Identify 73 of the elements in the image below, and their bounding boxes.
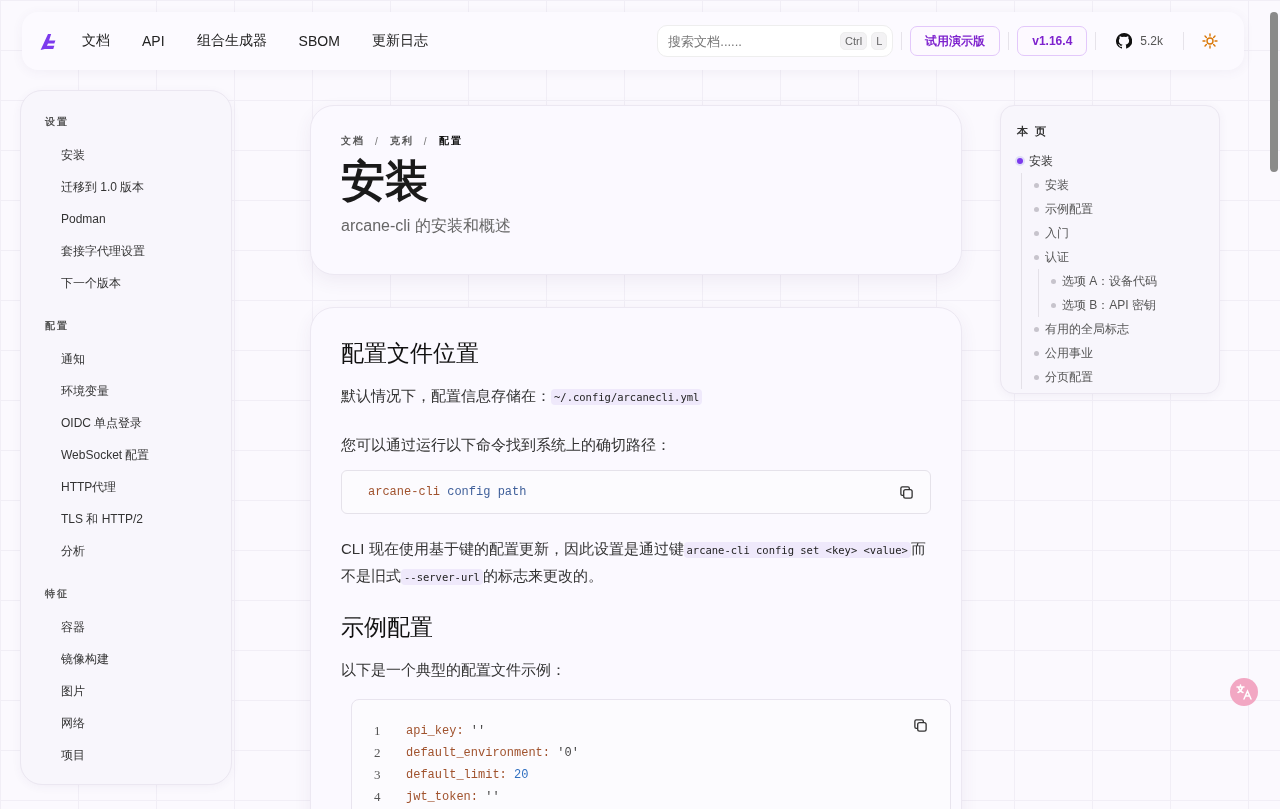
paragraph: CLI 现在使用基于键的配置更新，因此设置是通过键 arcane-cli config set <key> <value> 而不是旧式 --server-url 的标志来更改的。 bbox=[341, 539, 927, 587]
nav-link[interactable]: SBOM bbox=[298, 33, 340, 49]
breadcrumb-link[interactable]: 配置 bbox=[438, 134, 463, 148]
toc-link[interactable]: 示例配置 bbox=[1034, 197, 1201, 221]
sidebar-item[interactable]: Podman bbox=[45, 203, 231, 235]
sidebar-item[interactable]: OIDC 单点登录 bbox=[45, 407, 231, 439]
toc-link[interactable]: 选项 B：API 密钥 bbox=[1051, 293, 1201, 317]
breadcrumb-separator: / bbox=[423, 135, 429, 147]
github-link[interactable]: 5.2k bbox=[1104, 33, 1175, 49]
sidebar-item[interactable]: 套接字代理设置 bbox=[45, 235, 231, 267]
sidebar-item[interactable]: 通知 bbox=[45, 343, 231, 375]
sidebar-item[interactable]: HTTP代理 bbox=[45, 471, 231, 503]
sun-icon bbox=[1202, 33, 1218, 49]
keyboard-key: L bbox=[871, 32, 888, 50]
nav-link[interactable]: 文档 bbox=[82, 32, 110, 50]
toc-link[interactable]: 分页配置 bbox=[1034, 365, 1201, 389]
sidebar-item[interactable]: 网络 bbox=[45, 707, 231, 739]
line-number: 3 bbox=[374, 767, 382, 783]
section-heading: 配置文件位置 bbox=[341, 339, 480, 368]
sidebar-item[interactable]: 分析 bbox=[45, 535, 231, 567]
line-number: 2 bbox=[374, 745, 382, 761]
breadcrumb-separator: / bbox=[375, 135, 380, 147]
section-heading: 特征 bbox=[45, 587, 70, 601]
sidebar-item[interactable]: 图片 bbox=[45, 675, 231, 707]
sidebar-item[interactable]: 环境变量 bbox=[45, 375, 231, 407]
paragraph: 默认情况下，配置信息存储在： ~/.config/arcanecli.yml bbox=[341, 383, 931, 410]
nav-link[interactable]: 更新日志 bbox=[371, 32, 428, 50]
version-button[interactable]: v1.16.4 bbox=[1017, 26, 1088, 56]
keyboard-key: Ctrl bbox=[840, 32, 868, 50]
github-icon bbox=[1116, 33, 1133, 49]
section-heading: 配置 bbox=[45, 319, 70, 333]
sidebar-item[interactable]: 镜像构建 bbox=[45, 643, 231, 675]
star-count: 5.2k bbox=[1140, 34, 1163, 48]
toc-link[interactable]: 认证 bbox=[1034, 245, 1201, 269]
line-number: 1 bbox=[374, 723, 382, 739]
toc-link[interactable]: 安装 bbox=[1034, 173, 1201, 197]
code-line: arcane-cli config path bbox=[368, 485, 527, 499]
line-number: 4 bbox=[374, 789, 382, 805]
code-line: default_environment: '0' bbox=[406, 746, 579, 760]
code-line: jwt_token: '' bbox=[406, 790, 500, 804]
sidebar-item[interactable]: WebSocket 配置 bbox=[45, 439, 231, 471]
sidebar-item[interactable]: 迁移到 1.0 版本 bbox=[45, 171, 231, 203]
copy-icon bbox=[913, 718, 928, 733]
toc-link[interactable]: 选项 A：设备代码 bbox=[1051, 269, 1201, 293]
sidebar-item[interactable]: TLS 和 HTTP/2 bbox=[45, 503, 231, 535]
breadcrumb-link[interactable]: 克利 bbox=[389, 134, 414, 148]
section-heading: 示例配置 bbox=[341, 613, 434, 642]
logo-icon bbox=[38, 31, 58, 51]
copy-icon bbox=[899, 484, 914, 500]
toc-link[interactable]: 入门 bbox=[1034, 221, 1201, 245]
nav-link[interactable]: 组合生成器 bbox=[196, 32, 267, 50]
toc-link[interactable]: 安装 bbox=[1017, 149, 1201, 173]
section-heading: 设置 bbox=[45, 115, 70, 129]
toc-link[interactable]: 公用事业 bbox=[1034, 341, 1201, 365]
scrollbar-thumb[interactable] bbox=[1270, 12, 1278, 172]
translate-icon bbox=[1235, 683, 1253, 701]
sidebar-item[interactable]: 下一个版本 bbox=[45, 267, 231, 299]
toc-link[interactable]: 有用的全局标志 bbox=[1034, 317, 1201, 341]
logo-link[interactable] bbox=[38, 31, 58, 51]
sidebar-item[interactable]: 安装 bbox=[45, 139, 231, 171]
copy-button[interactable] bbox=[911, 716, 930, 735]
demo-button[interactable]: 试用演示版 bbox=[910, 26, 1001, 56]
sidebar-item[interactable]: 容器 bbox=[45, 611, 231, 643]
paragraph: 您可以通过运行以下命令找到系统上的确切路径： bbox=[341, 435, 672, 455]
toc-heading: 本 页 bbox=[1017, 124, 1050, 139]
code-line: api_key: '' bbox=[406, 724, 486, 738]
page-title: 安装 bbox=[341, 156, 430, 206]
code-line: default_limit: 20 bbox=[406, 768, 529, 782]
page-subtitle: arcane-cli 的安装和概述 bbox=[341, 216, 512, 236]
paragraph: 以下是一个典型的配置文件示例： bbox=[341, 660, 567, 680]
nav-link[interactable]: API bbox=[142, 33, 165, 49]
sidebar-item[interactable]: 项目 bbox=[45, 739, 231, 771]
breadcrumb-link[interactable]: 文档 bbox=[341, 134, 365, 148]
